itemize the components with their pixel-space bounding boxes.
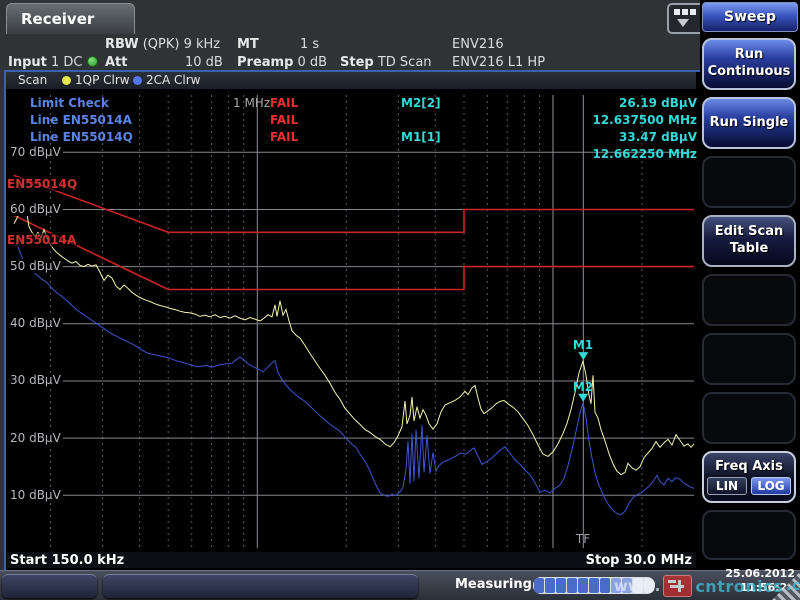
watermark-tld: .com [786, 578, 800, 594]
marker-m1-flag[interactable]: M1 [570, 338, 596, 352]
y-label-10: 10 dBµV [8, 488, 63, 502]
step-label: Step [340, 55, 374, 70]
input-status-led-icon [87, 56, 98, 67]
frequency-axis-strip: Start 150.0 kHz Stop 30.0 MHz [6, 552, 696, 568]
freq-axis-log-toggle[interactable]: LOG [751, 477, 791, 495]
receiver-screen: Receiver RBW (QPK) 9 kHz MT 1 s ENV216 I… [0, 0, 800, 600]
watermark-name: cntronics [695, 577, 783, 596]
limit-line-q-label: Line EN55014Q [30, 130, 133, 144]
softkey-empty-3 [702, 333, 796, 385]
freq-axis-lin-toggle[interactable]: LIN [707, 477, 747, 495]
rbw-value: (QPK) 9 kHz [143, 37, 220, 52]
stop-frequency: Stop 30.0 MHz [586, 553, 692, 568]
grid-dots-icon [674, 9, 696, 15]
softkey-menu-title: Sweep [702, 2, 798, 32]
transducer-value-2: ENV216 L1 HP [452, 55, 545, 70]
tab-receiver[interactable]: Receiver [6, 3, 135, 34]
y-label-40: 40 dBµV [8, 316, 63, 330]
input-field: Input 1 DC [8, 55, 98, 70]
progress-segment [556, 578, 566, 593]
softkey-empty-4 [702, 392, 796, 444]
preamp-field: Preamp 0 dB [237, 55, 327, 70]
watermark-prefix: www. [614, 577, 660, 595]
marker-m2-flag[interactable]: M2 [570, 380, 596, 394]
y-label-30: 30 dBµV [8, 373, 63, 387]
mt-value: 1 s [300, 37, 319, 52]
input-label: Input [8, 55, 47, 70]
rbw-label: RBW [105, 37, 139, 52]
preamp-value: 0 dB [298, 55, 328, 70]
step-value: TD Scan [378, 55, 432, 70]
limit-check-label: Limit Check [30, 96, 109, 110]
progress-segment [534, 578, 544, 593]
freq-axis-title: Freq Axis [715, 459, 783, 476]
softkey-empty-2 [702, 274, 796, 326]
gridline-freq-label: 1 MHz [233, 96, 270, 110]
input-value: 1 DC [51, 55, 83, 70]
transducer-value-1: ENV216 [452, 37, 504, 52]
marker-m2-level: 26.19 dBµV [619, 96, 697, 110]
att-field: Att [105, 55, 128, 70]
preamp-label: Preamp [237, 55, 293, 70]
progress-segment [600, 578, 610, 593]
marker-m2-name: M2[2] [401, 96, 441, 110]
mt-field: MT [237, 37, 259, 52]
watermark-logo-icon [663, 575, 692, 597]
limit-label-en55014a: EN55014A [6, 233, 77, 247]
softkey-edit-scan-table[interactable]: Edit Scan Table [702, 215, 796, 267]
softkey-freq-axis[interactable]: Freq Axis LIN LOG [702, 451, 796, 503]
progress-segment [589, 578, 599, 593]
marker-m2-freq: 12.637500 MHz [592, 113, 697, 127]
limit-line-a-label: Line EN55014A [30, 113, 132, 127]
marker-m1-name: M1[1] [401, 130, 441, 144]
limit-check-status: FAIL [270, 96, 298, 110]
softkey-label: Run Continuous [704, 47, 795, 81]
mt-label: MT [237, 37, 259, 52]
softkey-empty-1 [702, 156, 796, 208]
y-label-60: 60 dBµV [8, 202, 63, 216]
softkey-label: Run Single [706, 115, 793, 132]
start-frequency: Start 150.0 kHz [10, 553, 124, 568]
marker-m1-level: 33.47 dBµV [619, 130, 697, 144]
softkey-run-continuous[interactable]: Run Continuous [702, 38, 796, 90]
taskbar-button-1[interactable] [2, 574, 97, 598]
y-label-70: 70 dBµV [8, 145, 63, 159]
softkey-empty-5 [702, 510, 796, 560]
att-label: Att [105, 55, 128, 70]
scan-window[interactable]: Scan 1QP Clrw 2CA Clrw Limit Check 1 MHz… [4, 70, 702, 574]
softkey-run-single[interactable]: Run Single [702, 97, 796, 149]
limit-line-q-status: FAIL [270, 130, 298, 144]
chevron-down-icon [677, 19, 689, 27]
y-label-20: 20 dBµV [8, 431, 63, 445]
limit-label-en55014q: EN55014Q [6, 177, 78, 191]
step-field: Step TD Scan [340, 55, 432, 70]
limit-line-a-status: FAIL [270, 113, 298, 127]
softkey-sidebar: Sweep Run Continuous Run Single Edit Sca… [700, 0, 800, 570]
progress-segment [545, 578, 555, 593]
att-value: 10 dB [185, 55, 223, 70]
tf-line-label: TF [572, 532, 594, 546]
more-softkeys-icon[interactable] [667, 3, 704, 34]
marker-m1-freq: 12.662250 MHz [592, 147, 697, 161]
y-label-50: 50 dBµV [8, 259, 63, 273]
progress-segment [567, 578, 577, 593]
softkey-label: Edit Scan Table [704, 224, 794, 258]
taskbar-button-2[interactable] [103, 574, 418, 598]
watermark: www. cntronics .com [614, 574, 800, 598]
rbw-field: RBW (QPK) 9 kHz [105, 37, 220, 52]
progress-segment [578, 578, 588, 593]
